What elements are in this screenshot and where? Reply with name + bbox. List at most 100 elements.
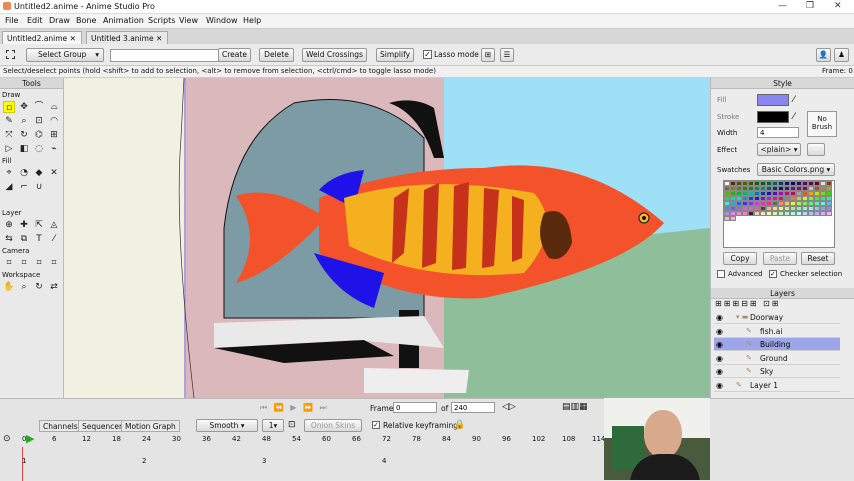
view-mode-icon[interactable]: ▤▥▦ (562, 402, 588, 412)
select-group-dropdown[interactable]: Select Group ▾ (26, 48, 104, 62)
rotate-layer-tool[interactable]: ◬ (48, 219, 60, 231)
stroke-exposure-tool[interactable]: ∪ (33, 181, 45, 193)
menu-animation[interactable]: Animation (103, 16, 144, 25)
copy-button[interactable]: Copy (723, 252, 757, 265)
zoom-icon[interactable]: ⌕ (18, 281, 30, 293)
loop-icon[interactable]: ◁▷ (502, 402, 516, 412)
eyedropper-tool[interactable]: ⁄ (48, 233, 60, 245)
perspective-tool[interactable]: ▷ (3, 143, 15, 155)
menu-draw[interactable]: Draw (49, 16, 70, 25)
pan-camera-tool[interactable]: ⌗ (48, 257, 60, 269)
rotate-workspace-icon[interactable]: ↻ (33, 281, 45, 293)
layer-row[interactable]: ◉ ✎ Building (714, 338, 840, 351)
track-camera-tool[interactable]: ⌗ (3, 257, 15, 269)
playback-controls[interactable]: ⏮ ⏪ ▶ ⏩ ⏭ (260, 403, 360, 414)
play-marker-icon[interactable]: ▶ (26, 432, 34, 445)
menu-window[interactable]: Window (206, 16, 238, 25)
interp-count-dropdown[interactable]: 1▾ (262, 419, 284, 432)
eraser-tool[interactable]: ◠ (48, 115, 60, 127)
total-frames-input[interactable] (451, 402, 495, 413)
color-swatch[interactable] (730, 216, 736, 221)
shear-layer-tool[interactable]: ⧉ (18, 233, 30, 245)
shear-tool[interactable]: ⌬ (33, 129, 45, 141)
lock-icon[interactable]: 🔒 (454, 420, 465, 430)
draw-shape-tool[interactable]: ⊡ (33, 115, 45, 127)
swatches-dropdown[interactable]: Basic Colors.png ▾ (757, 163, 835, 176)
keyframe-icon[interactable]: ⊡ (288, 420, 296, 430)
delete-shape-tool[interactable]: ✕ (48, 167, 60, 179)
visibility-eye-icon[interactable]: ◉ (716, 365, 723, 378)
effect-settings-button[interactable] (807, 143, 825, 156)
paint-bucket-tool[interactable]: ◆ (33, 167, 45, 179)
flip-layer-tool[interactable]: ⇆ (3, 233, 15, 245)
reset-button[interactable]: Reset (801, 252, 835, 265)
close-tab-icon[interactable]: ✕ (156, 34, 162, 43)
stage-canvas[interactable] (64, 78, 710, 398)
menu-edit[interactable]: Edit (27, 16, 43, 25)
fill-eyedropper-icon[interactable]: ⁄ (793, 95, 795, 105)
translate-layer-tool[interactable]: ✚ (18, 219, 30, 231)
tab-channels[interactable]: Channels (39, 420, 82, 432)
weld-crossings-button[interactable]: Weld Crossings (302, 48, 367, 62)
rotate-points-tool[interactable]: ↻ (18, 129, 30, 141)
close-tab-icon[interactable]: ✕ (70, 34, 76, 43)
menu-scripts[interactable]: Scripts (148, 16, 175, 25)
menu-view[interactable]: View (179, 16, 198, 25)
curvature-tool[interactable]: ⌓ (48, 101, 60, 113)
tab-untitled3[interactable]: Untitled 3.anime ✕ (86, 31, 168, 44)
fill-color-swatch[interactable] (757, 94, 789, 106)
restore-icon[interactable]: ❐ (806, 1, 814, 11)
select-points-tool[interactable]: ▫ (3, 101, 15, 113)
user-icon[interactable]: 👤 (816, 48, 831, 62)
no-brush-button[interactable]: No Brush (807, 111, 837, 137)
create-shape-tool[interactable]: ◔ (18, 167, 30, 179)
actor-icon[interactable]: ♟ (834, 48, 849, 62)
select-shape-tool[interactable]: ⌖ (3, 167, 15, 179)
delete-edge-tool[interactable]: ⌁ (48, 143, 60, 155)
freehand-tool[interactable]: ✎ (3, 115, 15, 127)
visibility-eye-icon[interactable]: ◉ (716, 325, 723, 338)
zoom-camera-tool[interactable]: ⌗ (18, 257, 30, 269)
frame-input[interactable] (393, 402, 437, 413)
options-icon[interactable]: ☰ (500, 48, 514, 62)
translate-points-tool[interactable]: ✥ (18, 101, 30, 113)
scene-artwork[interactable] (64, 78, 710, 398)
minimize-icon[interactable]: — (778, 1, 787, 11)
simplify-button[interactable]: Simplify (376, 48, 414, 62)
noise-tool[interactable]: ◌ (33, 143, 45, 155)
interpolation-dropdown[interactable]: Smooth ▾ (196, 419, 258, 432)
magnet-tool[interactable]: ◧ (18, 143, 30, 155)
menu-file[interactable]: File (5, 16, 18, 25)
layer-row[interactable]: ◉ ✎ Layer 1 (714, 379, 840, 392)
scale-points-tool[interactable]: ⤧ (3, 129, 15, 141)
layer-row[interactable]: ◉ ▾ ▬ Doorway (714, 311, 840, 324)
tab-sequencer[interactable]: Sequencer (78, 420, 127, 432)
tab-motion-graph[interactable]: Motion Graph (121, 420, 180, 432)
hide-edge-tool[interactable]: ⌐ (18, 181, 30, 193)
stroke-eyedropper-icon[interactable]: ⁄ (793, 112, 795, 122)
menu-bone[interactable]: Bone (76, 16, 96, 25)
relative-checkbox[interactable]: ✓ (372, 421, 380, 429)
swatch-palette[interactable] (723, 180, 835, 248)
width-input[interactable] (757, 127, 799, 138)
paste-button[interactable]: Paste (763, 252, 797, 265)
onion-skins-button[interactable]: Onion Skins (304, 419, 362, 432)
toggle-icon[interactable]: ⊞ (481, 48, 495, 62)
orbit-icon[interactable]: ⇄ (48, 281, 60, 293)
roll-camera-tool[interactable]: ⌗ (33, 257, 45, 269)
lasso-checkbox[interactable]: ✓ (423, 50, 432, 59)
delete-button[interactable]: Delete (259, 48, 294, 62)
tab-untitled2[interactable]: Untitled2.anime ✕ (2, 31, 82, 44)
visibility-eye-icon[interactable]: ◉ (716, 338, 723, 351)
scale-layer-tool[interactable]: ⇱ (33, 219, 45, 231)
effect-dropdown[interactable]: <plain> ▾ (757, 143, 801, 156)
visibility-eye-icon[interactable]: ◉ (716, 311, 723, 324)
line-width-tool[interactable]: ◢ (3, 181, 15, 193)
layer-row[interactable]: ◉ ✎ Ground (714, 352, 840, 365)
color-swatch[interactable] (826, 211, 832, 216)
close-icon[interactable]: ✕ (834, 1, 842, 11)
checker-checkbox[interactable]: ✓ (769, 270, 777, 278)
create-button[interactable]: Create (218, 48, 251, 62)
visibility-eye-icon[interactable]: ◉ (716, 379, 723, 392)
layer-row[interactable]: ◉ ✎ fish.ai (714, 325, 840, 338)
